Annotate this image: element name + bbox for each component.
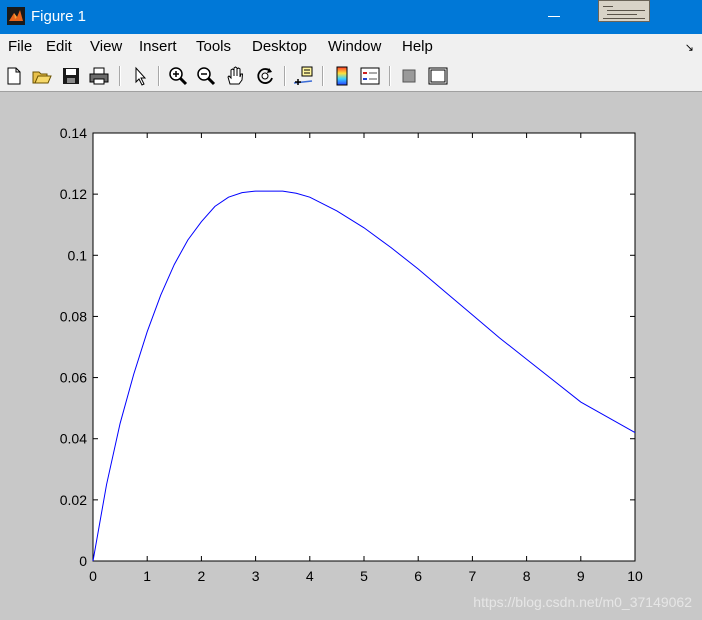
window-title: Figure 1 (31, 8, 87, 25)
hide-plot-tools-icon[interactable] (398, 65, 420, 87)
x-tick-label: 0 (89, 568, 97, 584)
menu-window[interactable]: Window (328, 38, 381, 55)
data-cursor-icon[interactable] (292, 65, 314, 87)
edit-plot-icon[interactable] (129, 65, 151, 87)
menu-view[interactable]: View (90, 38, 122, 55)
new-figure-icon[interactable] (3, 65, 25, 87)
open-file-icon[interactable] (31, 65, 53, 87)
y-tick-label: 0.02 (60, 492, 87, 508)
menu-tools[interactable]: Tools (196, 38, 231, 55)
save-icon[interactable] (60, 65, 82, 87)
toolbar-separator (158, 66, 160, 86)
y-tick-label: 0.14 (60, 125, 87, 141)
toolbar-separator (284, 66, 286, 86)
x-tick-label: 7 (469, 568, 477, 584)
plot-area (92, 132, 636, 562)
x-tick-label: 8 (523, 568, 531, 584)
colorbar-icon[interactable] (331, 65, 353, 87)
watermark-text: https://blog.csdn.net/m0_37149062 (473, 594, 692, 610)
dock-figure-icon[interactable]: ↘ (685, 41, 694, 54)
minimize-icon[interactable] (548, 16, 560, 17)
y-tick-label: 0.12 (60, 186, 87, 202)
y-tick-label: 0 (79, 553, 87, 569)
toolbar-separator (389, 66, 391, 86)
rotate-3d-icon[interactable] (254, 65, 276, 87)
x-tick-label: 5 (360, 568, 368, 584)
x-tick-label: 3 (252, 568, 260, 584)
menu-edit[interactable]: Edit (46, 38, 72, 55)
pan-icon[interactable] (224, 65, 246, 87)
legend-icon[interactable] (359, 65, 381, 87)
line-plot[interactable]: 0 1 2 3 4 5 6 7 8 9 10 0 0.02 0.04 0.06 0.08 0.1 0.12 0.14 (0, 92, 702, 620)
y-tick-label: 0.06 (60, 370, 87, 386)
y-tick-label: 0.08 (60, 308, 87, 324)
menu-file[interactable]: File (8, 38, 32, 55)
y-tick-label: 0.1 (68, 247, 88, 263)
x-tick-label: 4 (306, 568, 314, 584)
menu-insert[interactable]: Insert (139, 38, 177, 55)
menu-help[interactable]: Help (402, 38, 433, 55)
y-tick-label: 0.04 (60, 431, 87, 447)
toolbar-separator (119, 66, 121, 86)
figure-canvas[interactable]: 0 1 2 3 4 5 6 7 8 9 10 0 0.02 0.04 0.06 0.08 0.1 0.12 0.14… (0, 92, 702, 620)
x-tick-label: 1 (143, 568, 151, 584)
x-tick-label: 2 (198, 568, 206, 584)
zoom-in-icon[interactable] (167, 65, 189, 87)
menu-bar: File Edit View Insert Tools Desktop Wind… (0, 34, 702, 60)
print-icon[interactable] (88, 65, 110, 87)
x-tick-label: 10 (627, 568, 643, 584)
zoom-out-icon[interactable] (195, 65, 217, 87)
toolbar (0, 60, 702, 92)
menu-desktop[interactable]: Desktop (252, 38, 307, 55)
window-thumbnail[interactable] (598, 0, 650, 22)
matlab-logo-icon (7, 7, 25, 25)
x-tick-label: 6 (414, 568, 422, 584)
toolbar-separator (322, 66, 324, 86)
x-tick-label: 9 (577, 568, 585, 584)
title-bar: Figure 1 (0, 0, 702, 34)
show-plot-tools-icon[interactable] (427, 65, 449, 87)
